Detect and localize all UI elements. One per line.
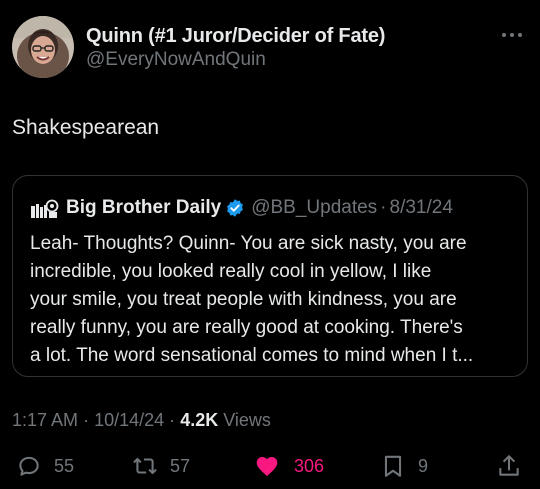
like-button[interactable]: 306 bbox=[254, 452, 324, 480]
tweet-date[interactable]: 10/14/24 bbox=[94, 410, 164, 430]
quoted-tweet-text: Leah- Thoughts? Quinn- You are sick nast… bbox=[30, 230, 520, 370]
quoted-handle[interactable]: @BB_Updates bbox=[251, 197, 377, 219]
bookmark-button[interactable]: 9 bbox=[380, 452, 428, 480]
action-bar: 55 57 306 9 bbox=[0, 448, 540, 484]
author-handle[interactable]: @EveryNowAndQuin bbox=[86, 48, 385, 72]
quoted-text-line: your smile, you treat people with kindne… bbox=[30, 289, 457, 310]
quoted-text-line: really funny, you are really good at coo… bbox=[30, 317, 463, 338]
quoted-tweet[interactable]: Big Brother Daily @BB_Updates · 8/31/24 … bbox=[12, 175, 528, 377]
tweet: Quinn (#1 Juror/Decider of Fate) @EveryN… bbox=[0, 0, 540, 489]
meta-separator: · bbox=[83, 410, 90, 430]
views-label: Views bbox=[223, 410, 271, 430]
bookmark-count: 9 bbox=[418, 455, 429, 476]
share-button[interactable] bbox=[496, 452, 522, 480]
tweet-time[interactable]: 1:17 AM bbox=[12, 410, 78, 430]
retweet-icon bbox=[133, 457, 157, 475]
heart-icon bbox=[256, 457, 278, 477]
reply-icon bbox=[19, 456, 39, 476]
meta-separator: · bbox=[169, 410, 176, 430]
share-icon bbox=[499, 455, 519, 476]
author-info: Quinn (#1 Juror/Decider of Fate) @EveryN… bbox=[86, 24, 385, 72]
more-icon[interactable] bbox=[502, 30, 524, 40]
retweet-count: 57 bbox=[170, 455, 191, 476]
reply-button[interactable]: 55 bbox=[16, 452, 74, 480]
quoted-date[interactable]: 8/31/24 bbox=[390, 197, 453, 219]
tweet-meta: 1:17 AM · 10/14/24 · 4.2K Views bbox=[12, 408, 271, 432]
tweet-text: Shakespearean bbox=[12, 116, 160, 139]
quoted-display-name[interactable]: Big Brother Daily bbox=[66, 197, 221, 219]
quoted-separator: · bbox=[380, 197, 387, 218]
reply-count: 55 bbox=[54, 455, 75, 476]
tweet-header: Quinn (#1 Juror/Decider of Fate) @EveryN… bbox=[12, 16, 528, 80]
bookmark-icon bbox=[384, 455, 402, 477]
retweet-button[interactable]: 57 bbox=[132, 452, 190, 480]
author-display-name[interactable]: Quinn (#1 Juror/Decider of Fate) bbox=[86, 24, 385, 48]
big-brother-logo-icon bbox=[31, 199, 59, 218]
like-count: 306 bbox=[294, 455, 325, 476]
quoted-tweet-header: Big Brother Daily @BB_Updates · 8/31/24 bbox=[30, 196, 453, 220]
avatar[interactable] bbox=[12, 16, 74, 78]
verified-icon bbox=[227, 199, 244, 217]
quoted-text-line: a lot. The word sensational comes to min… bbox=[30, 345, 474, 366]
quoted-text-line: Leah- Thoughts? Quinn- You are sick nast… bbox=[30, 233, 467, 254]
views-count: 4.2K bbox=[180, 410, 219, 430]
quoted-text-line: incredible, you looked really cool in ye… bbox=[30, 261, 432, 282]
